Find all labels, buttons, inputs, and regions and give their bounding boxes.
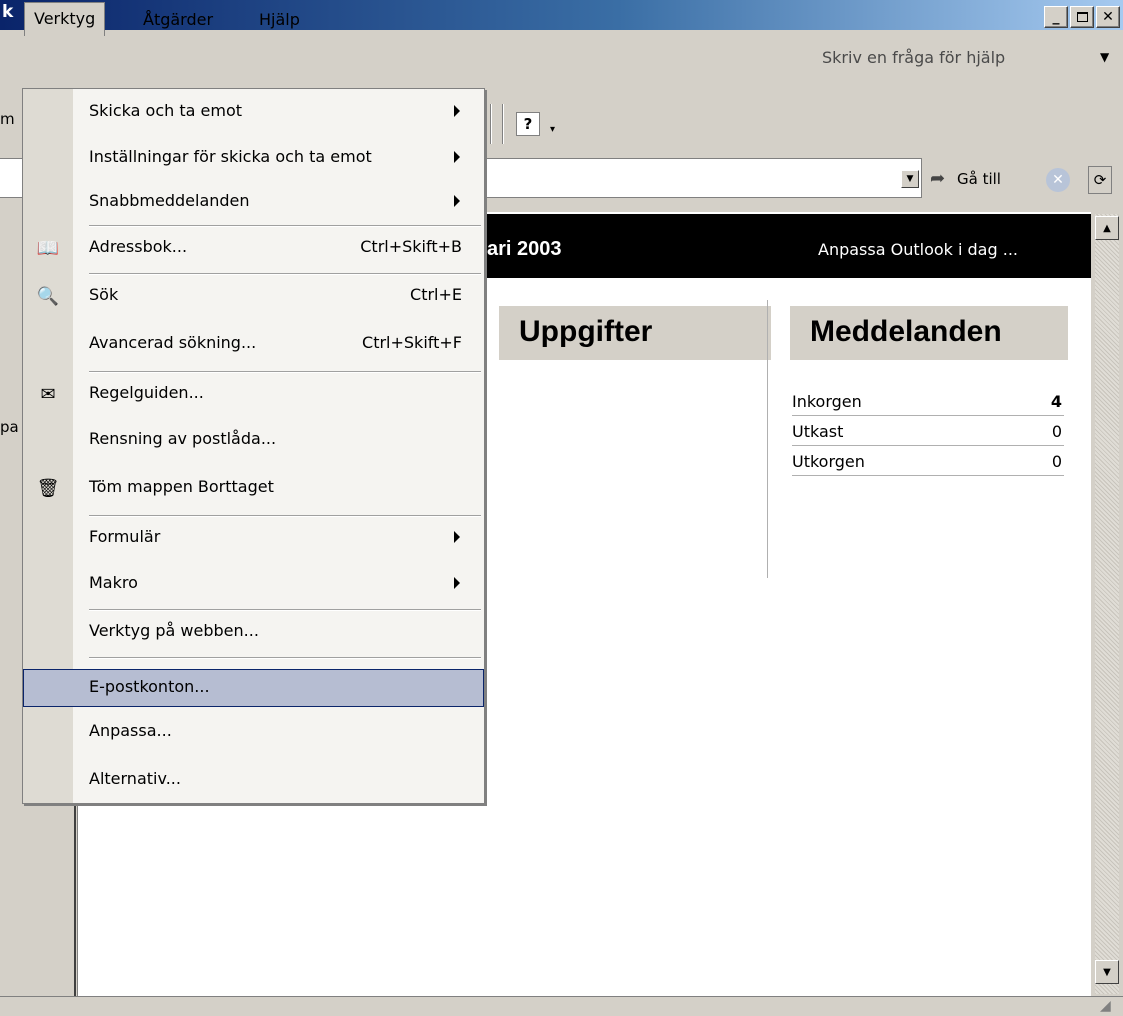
messages-heading[interactable]: Meddelanden xyxy=(790,306,1068,360)
go-arrow-icon[interactable]: ➦ xyxy=(930,168,945,189)
menu-item-label: Avancerad sökning... xyxy=(89,333,257,352)
menu-separator xyxy=(89,515,481,517)
menu-separator xyxy=(89,225,481,227)
submenu-arrow-icon xyxy=(454,195,460,207)
tasks-heading[interactable]: Uppgifter xyxy=(499,306,771,360)
empty-trash-icon: 🗑 xyxy=(36,477,60,499)
menu-item-find[interactable]: 🔍 Sök Ctrl+E xyxy=(23,279,484,313)
menu-separator xyxy=(89,609,481,611)
menu-separator xyxy=(89,657,481,659)
resize-grip-icon[interactable]: ◢ xyxy=(1100,998,1111,1014)
toolbar-stub-text: m xyxy=(0,110,15,128)
menu-item-advanced-find[interactable]: Avancerad sökning... Ctrl+Skift+F xyxy=(23,327,484,361)
menu-item-mailbox-cleanup[interactable]: Rensning av postlåda... xyxy=(23,423,484,457)
help-question-box[interactable]: Skriv en fråga för hjälp xyxy=(822,48,1005,67)
tools-menu: Skicka och ta emot Inställningar för ski… xyxy=(22,88,485,804)
menu-item-label: Rensning av postlåda... xyxy=(89,429,277,448)
menu-item-label: Adressbok... xyxy=(89,237,188,256)
help-icon[interactable]: ? xyxy=(516,112,540,136)
help-dropdown-icon[interactable]: ▼ xyxy=(1100,50,1109,64)
menu-item-shortcut: Ctrl+E xyxy=(410,285,462,304)
folder-name: Inkorgen xyxy=(792,392,862,411)
column-divider xyxy=(767,300,768,578)
menu-item-email-accounts[interactable]: E-postkonton... xyxy=(23,669,484,707)
menu-item-label: Alternativ... xyxy=(89,769,181,788)
pane-stub-text: pa xyxy=(0,418,19,436)
refresh-icon[interactable]: ⟳ xyxy=(1088,166,1112,194)
menu-item-label: Skicka och ta emot xyxy=(89,101,243,120)
status-bar xyxy=(0,996,1123,1016)
scroll-up-icon[interactable]: ▲ xyxy=(1095,216,1119,240)
menu-item-tools-on-web[interactable]: Verktyg på webben... xyxy=(23,615,484,649)
menu-item-instant-messaging[interactable]: Snabbmeddelanden xyxy=(23,185,484,219)
toolbar-separator xyxy=(490,104,492,144)
menu-item-label: Inställningar för skicka och ta emot xyxy=(89,147,372,166)
minimize-icon: _ xyxy=(1052,9,1060,25)
menu-item-send-receive-settings[interactable]: Inställningar för skicka och ta emot xyxy=(23,141,484,175)
vertical-scrollbar[interactable] xyxy=(1095,214,1119,994)
menu-item-label: Verktyg på webben... xyxy=(89,621,259,640)
menu-atgarder[interactable]: Åtgärder xyxy=(134,6,222,36)
menu-item-customize[interactable]: Anpassa... xyxy=(23,715,484,749)
toolbar-separator xyxy=(502,104,504,144)
menu-item-label: Anpassa... xyxy=(89,721,172,740)
menu-item-label: Sök xyxy=(89,285,119,304)
address-book-icon: 📖 xyxy=(36,237,60,259)
maximize-icon xyxy=(1076,12,1088,22)
message-folder-row[interactable]: Utkorgen 0 xyxy=(792,452,1064,476)
folder-count: 0 xyxy=(1051,422,1062,441)
submenu-arrow-icon xyxy=(454,151,460,163)
menu-item-label: Regelguiden... xyxy=(89,383,204,402)
folder-name: Utkorgen xyxy=(792,452,865,471)
customize-outlook-today-link[interactable]: Anpassa Outlook i dag ... xyxy=(818,240,1018,259)
menu-verktyg[interactable]: Verktyg xyxy=(24,2,106,36)
menu-item-shortcut: Ctrl+Skift+B xyxy=(360,237,462,256)
find-icon: 🔍 xyxy=(36,285,60,307)
submenu-arrow-icon xyxy=(454,105,460,117)
menu-item-shortcut: Ctrl+Skift+F xyxy=(362,333,462,352)
menu-item-macro[interactable]: Makro xyxy=(23,567,484,601)
stop-icon[interactable]: ✕ xyxy=(1046,168,1070,192)
menu-item-label: Formulär xyxy=(89,527,161,546)
menu-item-label: E-postkonton... xyxy=(89,677,210,696)
folder-count: 4 xyxy=(1050,392,1062,411)
goto-button[interactable]: Gå till xyxy=(957,170,1001,188)
message-folder-row[interactable]: Inkorgen 4 xyxy=(792,392,1064,416)
menu-hjalp[interactable]: Hjälp xyxy=(250,6,309,36)
folder-count: 0 xyxy=(1051,452,1062,471)
menu-item-rules-wizard[interactable]: ✉ Regelguiden... xyxy=(23,377,484,411)
menu-item-label: Snabbmeddelanden xyxy=(89,191,250,210)
rules-wizard-icon: ✉ xyxy=(40,383,56,405)
message-folder-row[interactable]: Utkast 0 xyxy=(792,422,1064,446)
scroll-down-icon[interactable]: ▼ xyxy=(1095,960,1119,984)
close-icon: ✕ xyxy=(1102,9,1114,25)
folder-name: Utkast xyxy=(792,422,844,441)
menu-item-forms[interactable]: Formulär xyxy=(23,521,484,555)
close-button[interactable]: ✕ xyxy=(1096,6,1120,28)
today-date: ari 2003 xyxy=(487,238,562,260)
menu-item-label: Makro xyxy=(89,573,138,592)
menu-item-options[interactable]: Alternativ... xyxy=(23,763,484,797)
toolbar-options-icon[interactable]: ▾ xyxy=(550,124,555,135)
menu-separator xyxy=(89,273,481,275)
menu-item-empty-deleted[interactable]: 🗑 Töm mappen Borttaget xyxy=(23,471,484,505)
submenu-arrow-icon xyxy=(454,577,460,589)
menu-item-address-book[interactable]: 📖 Adressbok... Ctrl+Skift+B xyxy=(23,231,484,265)
maximize-button[interactable] xyxy=(1070,6,1094,28)
address-dropdown-icon[interactable]: ▼ xyxy=(901,170,919,188)
window-title: k xyxy=(2,2,14,22)
menu-separator xyxy=(89,371,481,373)
menu-item-label: Töm mappen Borttaget xyxy=(89,477,274,496)
minimize-button[interactable]: _ xyxy=(1044,6,1068,28)
submenu-arrow-icon xyxy=(454,531,460,543)
menu-item-send-receive[interactable]: Skicka och ta emot xyxy=(23,95,484,129)
